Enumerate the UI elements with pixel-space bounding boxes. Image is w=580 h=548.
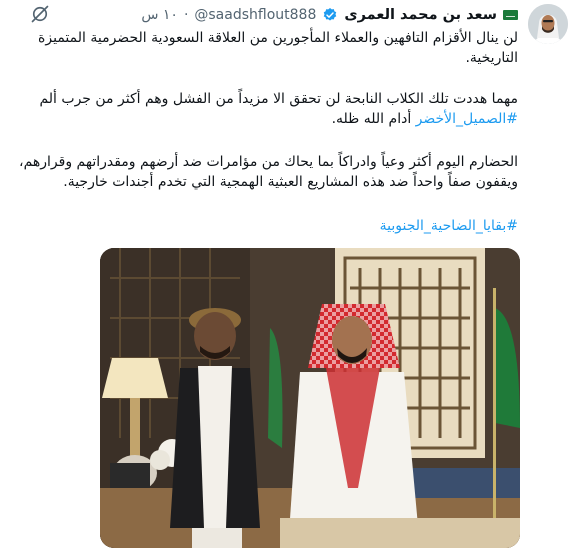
tweet-paragraph: مهما هددت تلك الكلاب النابحة لن تحقق الا… <box>18 89 518 129</box>
tweet-photo[interactable] <box>100 248 520 548</box>
paragraph-text: مهما هددت تلك الكلاب النابحة لن تحقق الا… <box>39 91 518 107</box>
tweet-header: سعد بن محمد العمرى @saadshflout888 · ١٠ … <box>141 4 518 26</box>
tweet-paragraph: الحضارم اليوم أكثر وعياً وادراكاً بما يح… <box>19 154 518 190</box>
tweet: سعد بن محمد العمرى @saadshflout888 · ١٠ … <box>0 0 580 548</box>
hashtag-link[interactable]: #بقايا_الضاحية_الجنوبية <box>380 218 518 234</box>
tweet-time[interactable]: ١٠ س <box>141 7 178 23</box>
paragraph-suffix: أدام الله ظله. <box>331 111 416 127</box>
avatar[interactable] <box>528 4 568 44</box>
tweet-paragraph: #بقايا_الضاحية_الجنوبية <box>18 216 518 236</box>
author-name[interactable]: سعد بن محمد العمرى <box>344 7 497 23</box>
separator-dot: · <box>183 7 189 23</box>
saudi-flag-icon <box>503 10 518 20</box>
grok-icon[interactable] <box>30 4 50 24</box>
hashtag-link[interactable]: #الصميل_الأخضر <box>416 111 518 127</box>
author-handle[interactable]: @saadshflout888 <box>194 7 316 23</box>
tweet-text: لن ينال الأقزام التافهين والعملاء المأجو… <box>18 28 518 236</box>
verified-badge-icon <box>324 8 337 21</box>
tweet-paragraph: لن ينال الأقزام التافهين والعملاء المأجو… <box>38 30 518 66</box>
